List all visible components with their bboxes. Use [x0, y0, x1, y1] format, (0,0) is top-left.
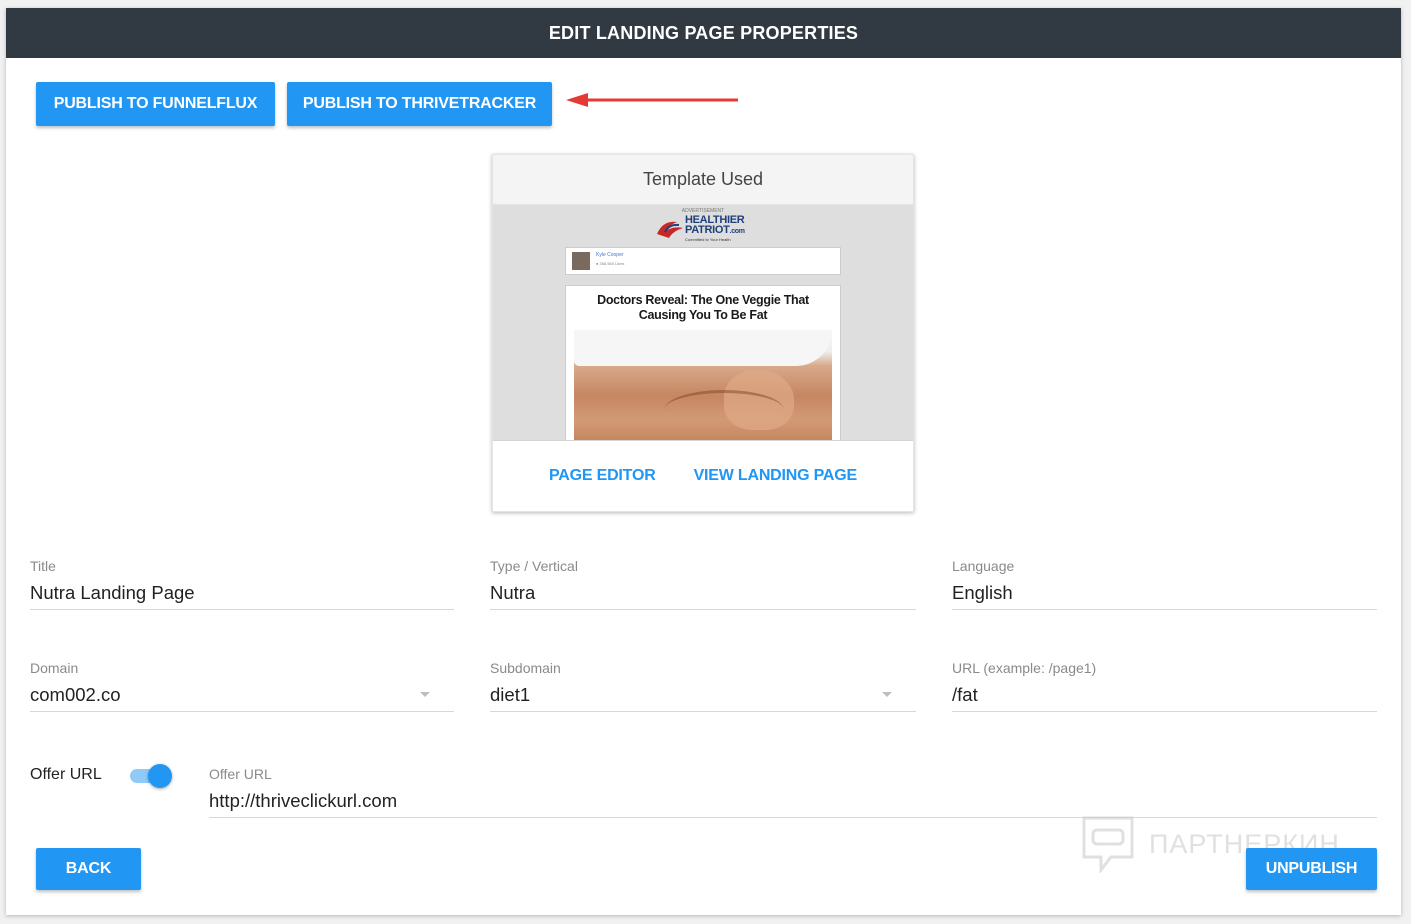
- author-meta: ● 358,560 Likes: [596, 261, 625, 266]
- toggle-thumb[interactable]: [148, 764, 172, 788]
- preview-article: Doctors Reveal: The One Veggie That Caus…: [565, 285, 841, 440]
- url-field: URL (example: /page1) /fat: [952, 660, 1377, 712]
- offer-url-field: Offer URL http://thriveclickurl.com: [209, 766, 1377, 818]
- article-headline: Doctors Reveal: The One Veggie That Caus…: [597, 293, 809, 322]
- author-avatar: [572, 252, 590, 270]
- template-card: Template Used ADVERTISEMENT HEALTHIER PA…: [492, 154, 914, 512]
- type-input[interactable]: Nutra: [490, 582, 916, 610]
- language-input[interactable]: English: [952, 582, 1377, 610]
- title-field: Title Nutra Landing Page: [30, 558, 454, 610]
- subdomain-label: Subdomain: [490, 660, 561, 676]
- domain-label: Domain: [30, 660, 79, 676]
- domain-select[interactable]: com002.co: [30, 684, 454, 712]
- offer-url-label: Offer URL: [209, 766, 272, 782]
- subdomain-select[interactable]: diet1: [490, 684, 916, 712]
- chat-bubble-icon: [1082, 816, 1134, 873]
- edit-landing-page-dialog: EDIT LANDING PAGE PROPERTIES PUBLISH TO …: [6, 8, 1401, 915]
- page-editor-button[interactable]: PAGE EDITOR: [549, 467, 656, 485]
- eagle-logo-icon: [657, 221, 683, 238]
- subdomain-value: diet1: [490, 684, 531, 705]
- title-label: Title: [30, 558, 56, 574]
- logo-suffix: .com: [729, 227, 745, 235]
- article-photo: [574, 330, 832, 440]
- template-card-title: Template Used: [493, 155, 913, 205]
- dialog-title: EDIT LANDING PAGE PROPERTIES: [548, 22, 859, 43]
- publish-funnelflux-button[interactable]: PUBLISH TO FUNNELFLUX: [36, 82, 275, 126]
- preview-author-box: Kyle Cooper ● 358,560 Likes: [565, 247, 841, 275]
- title-input[interactable]: Nutra Landing Page: [30, 582, 454, 610]
- template-preview: ADVERTISEMENT HEALTHIER PATRIOT.com Comm…: [493, 205, 913, 441]
- dialog-header: EDIT LANDING PAGE PROPERTIES: [6, 8, 1401, 58]
- offer-url-toggle[interactable]: [130, 764, 172, 788]
- url-label: URL (example: /page1): [952, 660, 1097, 676]
- unpublish-button[interactable]: UNPUBLISH: [1246, 848, 1377, 890]
- back-button[interactable]: BACK: [36, 848, 141, 890]
- domain-field: Domain com002.co: [30, 660, 454, 712]
- logo-line2: PATRIOT: [685, 223, 730, 236]
- domain-dropdown-icon: [420, 692, 430, 697]
- domain-value: com002.co: [30, 684, 121, 705]
- healthier-patriot-logo: HEALTHIER PATRIOT.com Committed to Your …: [655, 214, 765, 242]
- type-field: Type / Vertical Nutra: [490, 558, 916, 610]
- logo-tagline: Committed to Your Health: [685, 236, 731, 242]
- view-landing-page-button[interactable]: VIEW LANDING PAGE: [694, 467, 858, 485]
- red-arrow-annotation: [566, 93, 738, 107]
- type-label: Type / Vertical: [490, 558, 578, 574]
- subdomain-field: Subdomain diet1: [490, 660, 916, 712]
- url-input[interactable]: /fat: [952, 684, 1377, 712]
- publish-thrivetracker-button[interactable]: PUBLISH TO THRIVETRACKER: [287, 82, 552, 126]
- subdomain-dropdown-icon: [882, 692, 892, 697]
- author-name: Kyle Cooper: [596, 252, 624, 258]
- language-field: Language English: [952, 558, 1377, 610]
- template-card-actions: PAGE EDITOR VIEW LANDING PAGE: [493, 441, 913, 511]
- offer-url-toggle-label: Offer URL: [30, 766, 102, 783]
- language-label: Language: [952, 558, 1015, 574]
